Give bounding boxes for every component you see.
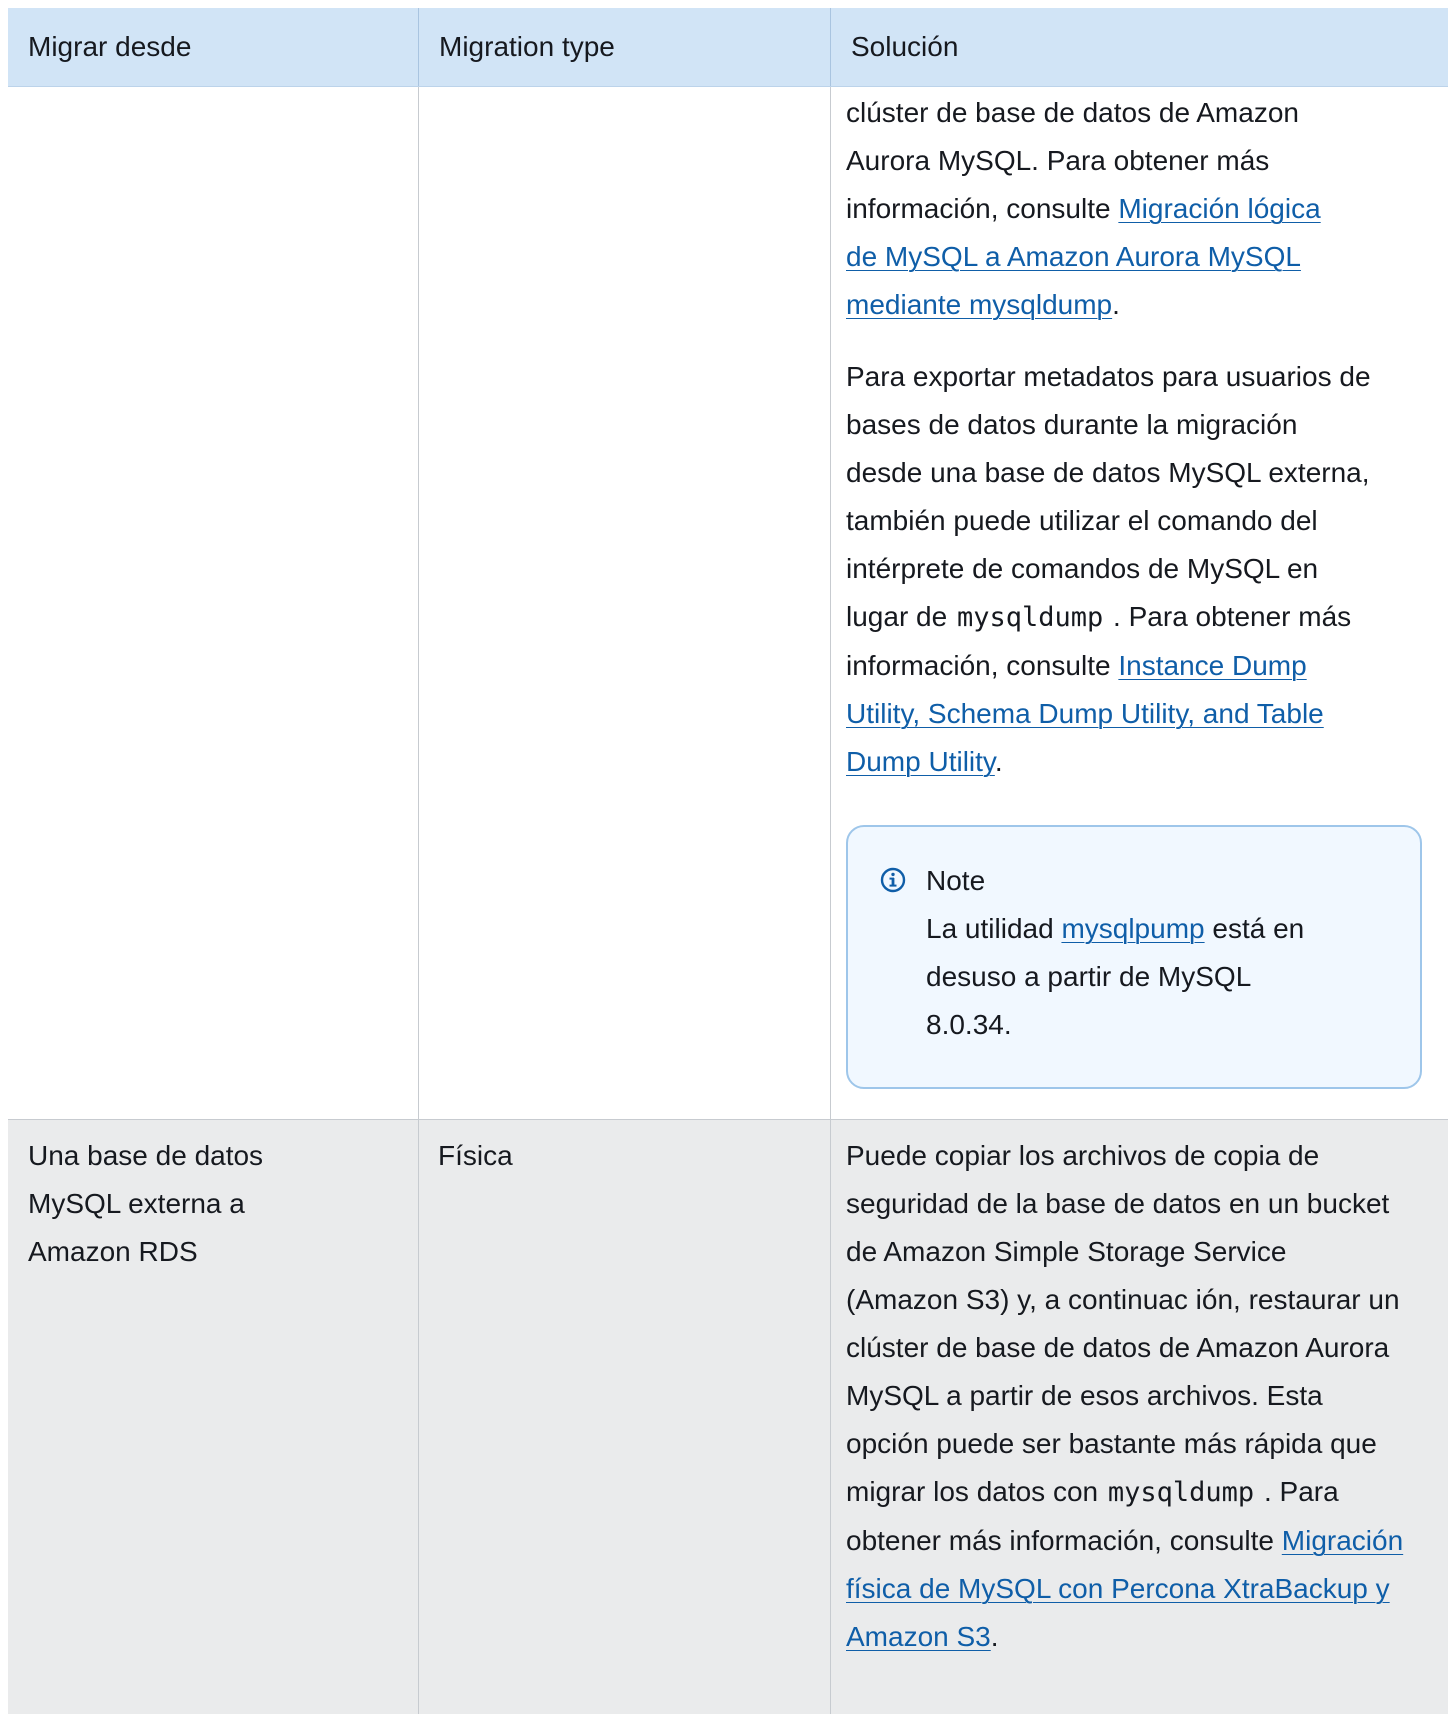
solution-paragraph: clúster de base de datos de Amazon Auror… — [846, 89, 1356, 329]
solution-paragraph: Puede copiar los archivos de copia de se… — [846, 1132, 1406, 1661]
paragraph-end: . — [1112, 289, 1120, 320]
solution-cell: Puede copiar los archivos de copia de se… — [846, 1132, 1436, 1661]
migration-table: Migrar desde Migration type Solución clú… — [8, 8, 1448, 1714]
paragraph-text: Para exportar metadatos para usuarios de… — [846, 361, 1371, 632]
table-header-row: Migrar desde Migration type Solución — [8, 8, 1448, 87]
paragraph-text: Puede copiar los archivos de copia de se… — [846, 1140, 1400, 1507]
header-solucion: Solución — [830, 8, 1448, 86]
code-mysqldump: mysqldump — [956, 602, 1104, 633]
column-divider — [418, 87, 419, 1119]
column-divider — [418, 1120, 419, 1714]
note-text: La utilidad — [926, 913, 1062, 944]
header-migrar-desde: Migrar desde — [28, 31, 192, 62]
header-migration-type: Migration type — [418, 8, 830, 86]
paragraph-end: . — [990, 1621, 999, 1652]
column-divider — [830, 1120, 831, 1714]
solution-paragraph: Para exportar metadatos para usuarios de… — [846, 353, 1376, 786]
note-box: Note La utilidad mysqlpump está en desus… — [846, 825, 1422, 1089]
table-row: Una base de datos MySQL externa a Amazon… — [8, 1119, 1448, 1714]
info-circle-icon — [880, 867, 906, 893]
paragraph-end: . — [994, 746, 1003, 777]
code-mysqldump: mysqldump — [1107, 1477, 1255, 1508]
column-divider — [830, 87, 831, 1119]
table-row: clúster de base de datos de Amazon Auror… — [8, 87, 1448, 1119]
link-mysqlpump[interactable]: mysqlpump — [1061, 913, 1204, 944]
source-cell: Una base de datos MySQL externa a Amazon… — [28, 1140, 264, 1267]
note-body: La utilidad mysqlpump está en desuso a p… — [926, 905, 1326, 1049]
note-title: Note — [926, 865, 986, 896]
migration-type-cell: Física — [438, 1140, 513, 1171]
solution-cell: clúster de base de datos de Amazon Auror… — [846, 89, 1436, 810]
